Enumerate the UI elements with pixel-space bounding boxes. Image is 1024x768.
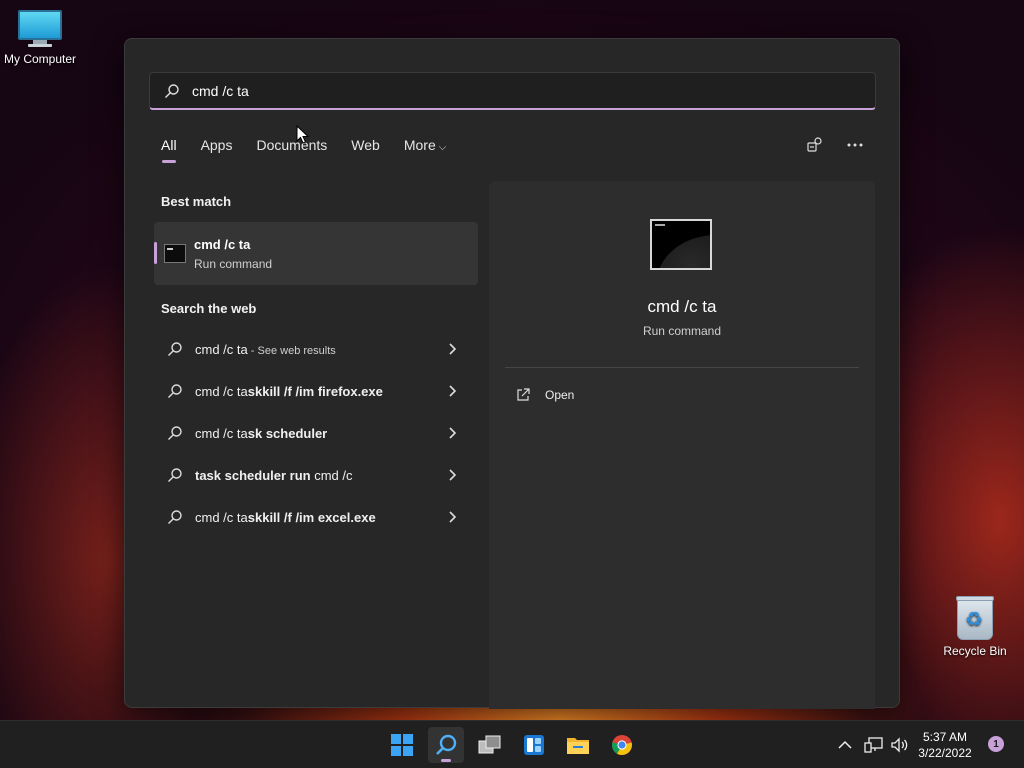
chevron-down-icon: ⌵ [438,142,447,153]
search-icon [165,83,179,98]
web-result-item[interactable]: cmd /c taskkill /f /im firefox.exe [161,373,465,409]
web-heading: Search the web [161,301,257,316]
web-result-item[interactable]: task scheduler run cmd /c [161,457,465,493]
chevron-right-icon [449,385,457,397]
web-result-label: cmd /c task scheduler [195,425,328,441]
monitor-icon [18,10,62,48]
best-match-title: cmd /c ta [194,237,251,252]
clock[interactable]: 5:37 AM 3/22/2022 [910,729,980,761]
desktop-icon-label: Recycle Bin [943,644,1007,658]
web-result-label: task scheduler run cmd /c [195,467,353,483]
search-icon [168,384,182,398]
command-prompt-icon [650,219,712,270]
web-result-label: cmd /c taskkill /f /im excel.exe [195,509,376,525]
search-icon [168,426,182,440]
web-result-label: cmd /c ta - See web results [195,341,336,357]
selection-indicator [154,242,157,264]
mouse-cursor-icon [296,125,310,144]
chevron-up-icon[interactable] [836,737,854,753]
search-input[interactable] [192,82,792,99]
open-label: Open [545,388,575,402]
search-box[interactable] [149,72,876,110]
tab-label: Apps [200,137,233,153]
people-search-icon[interactable] [805,135,825,155]
taskbar: 5:37 AM 3/22/2022 [0,720,1024,768]
search-icon [168,342,182,356]
clock-date: 3/22/2022 [918,746,972,760]
tab-more[interactable]: More ⌵ [404,137,447,163]
file-explorer-icon[interactable] [560,727,596,763]
tab-web[interactable]: Web [351,137,380,163]
tab-documents[interactable]: Documents [256,137,327,163]
tab-label: Documents [256,137,328,153]
chrome-icon[interactable] [604,727,640,763]
open-external-icon [517,388,530,401]
search-panel: All Apps Documents Web More⌵ Best match … [124,38,900,709]
tab-tools [805,135,865,155]
tab-label: More [403,137,436,153]
best-match-subtitle: Run command [194,257,273,271]
widgets-icon[interactable] [516,727,552,763]
search-icon[interactable] [428,727,464,763]
web-result-item[interactable]: cmd /c ta - See web results [161,331,465,367]
open-action[interactable]: Open [515,387,574,403]
tab-label: Web [351,137,380,153]
preview-pane: cmd /c ta Run command Open [489,181,875,709]
desktop-icon-label: My Computer [3,52,77,66]
tab-all[interactable]: All [161,137,177,163]
ellipsis-icon[interactable] [845,135,865,155]
preview-title: cmd /c ta [647,297,717,316]
volume-icon[interactable] [890,736,910,754]
chevron-right-icon [449,343,457,355]
tab-apps[interactable]: Apps [201,137,233,163]
windows-start-icon[interactable] [384,727,420,763]
web-result-label: cmd /c taskkill /f /im firefox.exe [195,383,383,399]
search-icon [168,468,182,482]
clock-time: 5:37 AM [922,730,968,744]
best-match-heading: Best match [161,194,232,209]
recycle-bin-icon: ♻ [956,596,994,640]
system-tray [836,721,910,768]
web-result-item[interactable]: cmd /c task scheduler [161,415,465,451]
search-icon [168,510,182,524]
network-icon[interactable] [864,736,884,754]
chevron-right-icon [449,511,457,523]
web-result-item[interactable]: cmd /c taskkill /f /im excel.exe [161,499,465,535]
notification-badge[interactable]: 1 [988,736,1004,752]
task-view-icon[interactable] [472,727,508,763]
desktop-icon-my-computer[interactable]: My Computer [0,10,80,66]
search-tabs: All Apps Documents Web More ⌵ [161,137,470,163]
desktop-icon-recycle-bin[interactable]: ♻ Recycle Bin [935,596,1015,658]
tab-label: All [161,137,177,153]
chevron-right-icon [449,427,457,439]
best-match-item[interactable]: cmd /c ta Run command [154,222,478,285]
chevron-right-icon [449,469,457,481]
divider [505,367,859,368]
preview-subtitle: Run command [642,324,722,338]
command-prompt-icon [164,244,186,263]
